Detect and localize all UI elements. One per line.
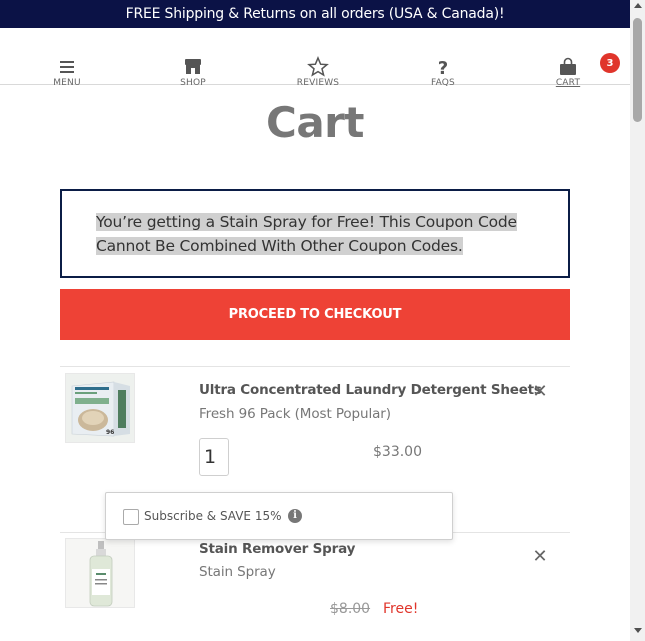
free-price-stain-spray: Free! [383, 601, 419, 617]
nav-menu-label: MENU [53, 78, 81, 88]
product-variant-detergent-sheets: Fresh 96 Pack (Most Popular) [199, 406, 391, 422]
scroll-up-arrow-icon[interactable] [633, 3, 642, 8]
product-thumbnail-detergent-sheets[interactable]: 96 [65, 373, 135, 443]
nav-reviews[interactable]: REVIEWS [288, 56, 348, 88]
coupon-notice: You’re getting a Stain Spray for Free! T… [60, 189, 570, 278]
page-title: Cart [266, 98, 364, 147]
product-thumbnail-stain-spray[interactable] [65, 538, 135, 608]
product-variant-stain-spray: Stain Spray [199, 564, 276, 580]
scrollbar-thumb[interactable] [633, 18, 642, 122]
subscribe-option: Subscribe & SAVE 15% i [105, 492, 453, 540]
nav-reviews-label: REVIEWS [296, 78, 340, 88]
subscribe-checkbox[interactable] [123, 509, 139, 525]
coupon-message: You’re getting a Stain Spray for Free! T… [96, 213, 517, 255]
remove-item-close-icon[interactable]: ✕ [532, 383, 548, 401]
star-icon [307, 56, 329, 77]
cart-count-badge: 3 [600, 53, 620, 73]
nav-faqs[interactable]: ? FAQS [413, 56, 473, 88]
announcement-text: FREE Shipping & Returns on all orders (U… [125, 6, 505, 22]
nav-shop-label: SHOP [180, 78, 206, 88]
proceed-to-checkout-button[interactable]: PROCEED TO CHECKOUT [60, 289, 570, 340]
spray-bottle-image [66, 539, 134, 607]
nav-shop[interactable]: SHOP [163, 56, 223, 88]
detergent-box-image: 96 [66, 374, 134, 442]
info-icon[interactable]: i [288, 509, 302, 523]
cart-page: FREE Shipping & Returns on all orders (U… [0, 0, 645, 641]
nav-faqs-label: FAQS [431, 78, 455, 88]
top-nav: MENU SHOP REVIEWS ? FAQS CART [0, 28, 630, 88]
product-name-detergent-sheets[interactable]: Ultra Concentrated Laundry Detergent She… [199, 382, 542, 398]
store-icon [185, 59, 201, 74]
shopping-bag-icon [560, 57, 576, 75]
nav-cart[interactable]: CART [538, 56, 598, 88]
original-price-stain-spray: $8.00 [330, 601, 371, 617]
announcement-bar: FREE Shipping & Returns on all orders (U… [0, 0, 630, 28]
nav-cart-label: CART [555, 78, 581, 88]
scroll-down-arrow-icon[interactable] [633, 628, 642, 633]
subscribe-label[interactable]: Subscribe & SAVE 15% [144, 509, 282, 523]
thumb-count: 96 [106, 429, 114, 436]
remove-item-close-icon[interactable]: ✕ [532, 548, 548, 566]
nav-menu[interactable]: MENU [37, 56, 97, 88]
question-mark-icon: ? [438, 58, 448, 78]
quantity-input[interactable]: 1 [199, 438, 229, 476]
svg-text:?: ? [438, 58, 448, 78]
product-price-detergent-sheets: $33.00 [373, 444, 422, 460]
hamburger-menu-icon [60, 61, 74, 73]
divider [60, 366, 570, 367]
product-name-stain-spray[interactable]: Stain Remover Spray [199, 541, 355, 557]
